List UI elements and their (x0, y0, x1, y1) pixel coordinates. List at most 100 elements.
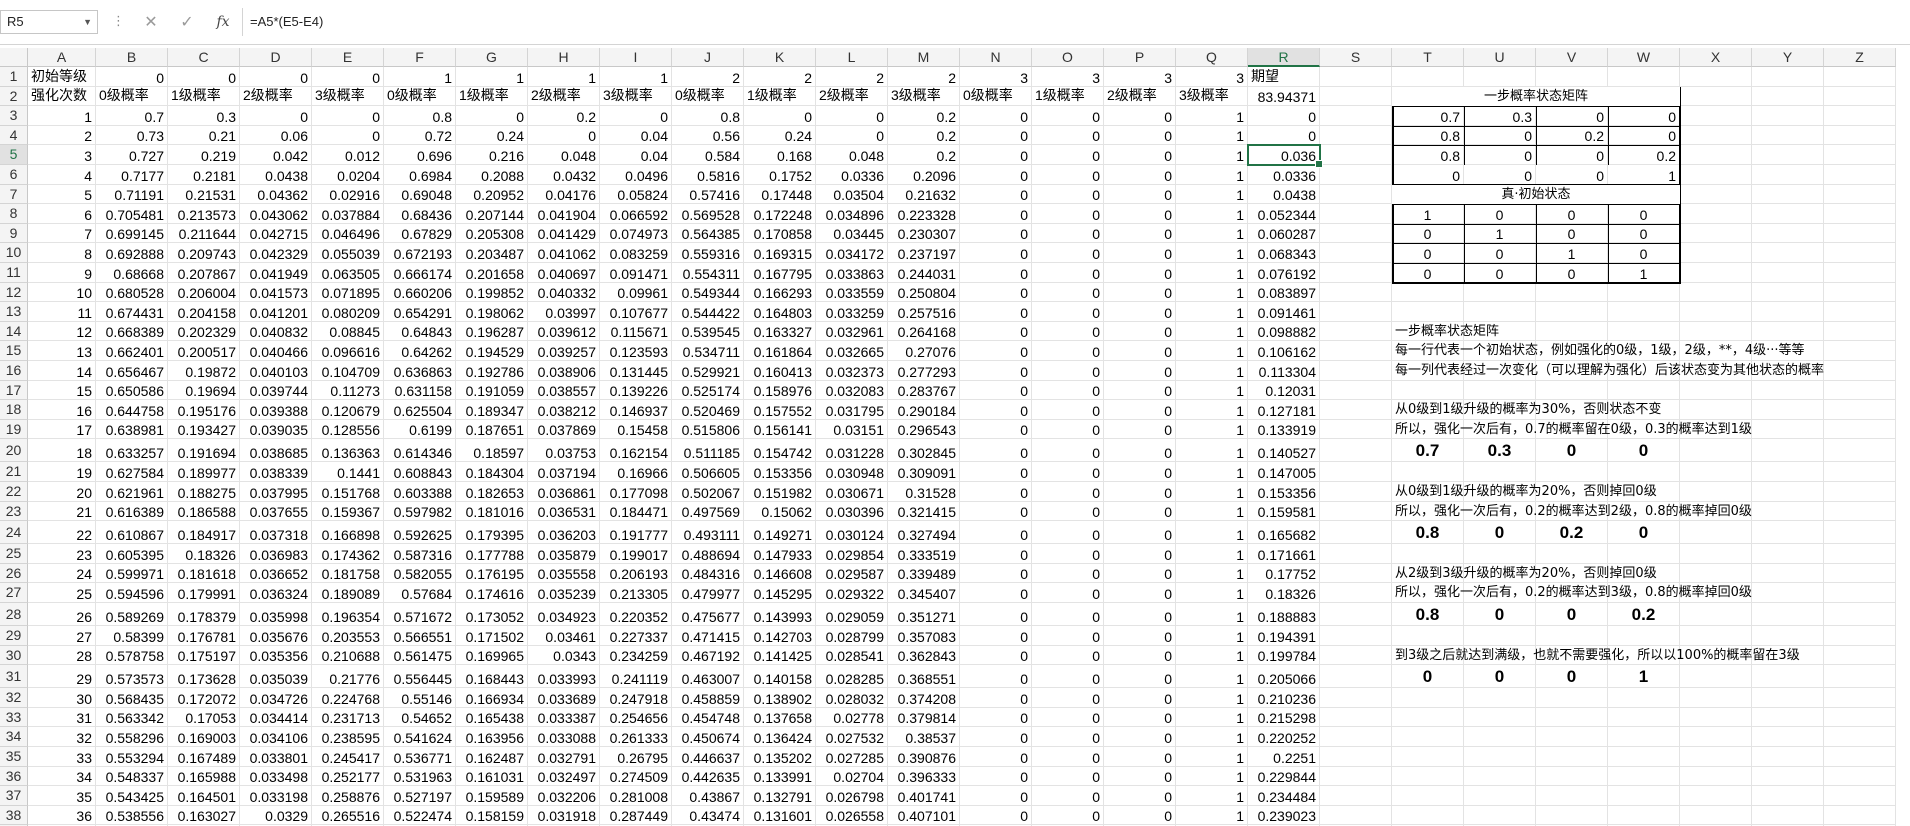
cell-D21[interactable]: 0.038339 (240, 462, 312, 482)
cell-K27[interactable]: 0.145295 (744, 583, 816, 603)
cell-O26[interactable]: 0 (1032, 563, 1104, 584)
cell-Y2[interactable] (1752, 86, 1824, 107)
cell-O7[interactable]: 0 (1032, 184, 1104, 205)
cell-X32[interactable] (1680, 688, 1752, 708)
cell-D35[interactable]: 0.033801 (240, 747, 312, 767)
cell-V4[interactable]: 0.2 (1536, 125, 1608, 146)
cell-S12[interactable] (1320, 282, 1392, 303)
cell-T13[interactable] (1392, 302, 1464, 322)
cell-H15[interactable]: 0.039257 (528, 341, 600, 361)
cell-O9[interactable]: 0 (1032, 223, 1104, 244)
cell-K5[interactable]: 0.168 (744, 145, 816, 165)
cell-O24[interactable]: 0 (1032, 521, 1104, 545)
cell-H3[interactable]: 0.2 (528, 106, 600, 126)
cell-X9[interactable] (1680, 223, 1752, 244)
cell-E32[interactable]: 0.224768 (312, 688, 384, 708)
cancel-icon[interactable]: ✕ (140, 12, 162, 32)
cell-A16[interactable]: 14 (28, 361, 96, 381)
cell-Y13[interactable] (1752, 302, 1824, 322)
cell-E31[interactable]: 0.21776 (312, 665, 384, 689)
cell-D36[interactable]: 0.033498 (240, 766, 312, 787)
cell-V14[interactable] (1536, 321, 1608, 342)
cell-O1[interactable]: 3 (1032, 67, 1104, 87)
cell-J19[interactable]: 0.515806 (672, 419, 744, 440)
cell-M24[interactable]: 0.327494 (888, 521, 960, 545)
cell-D31[interactable]: 0.035039 (240, 665, 312, 689)
cell-P9[interactable]: 0 (1104, 223, 1176, 244)
cell-H11[interactable]: 0.040697 (528, 263, 600, 283)
cell-T3[interactable]: 0.7 (1392, 106, 1464, 126)
cell-Y7[interactable] (1752, 184, 1824, 205)
cell-K24[interactable]: 0.149271 (744, 521, 816, 545)
row-header-32[interactable]: 32 (0, 688, 28, 708)
cell-H31[interactable]: 0.033993 (528, 665, 600, 689)
cell-W1[interactable] (1608, 67, 1680, 87)
cell-O35[interactable]: 0 (1032, 747, 1104, 767)
cell-S26[interactable] (1320, 563, 1392, 584)
cell-K20[interactable]: 0.154742 (744, 439, 816, 463)
cell-P27[interactable]: 0 (1104, 583, 1176, 603)
cell-B1[interactable]: 0 (96, 67, 168, 87)
cell-N21[interactable]: 0 (960, 462, 1032, 482)
cell-M31[interactable]: 0.368551 (888, 665, 960, 689)
cell-G38[interactable]: 0.158159 (456, 805, 528, 826)
cell-I30[interactable]: 0.234259 (600, 645, 672, 666)
cell-G3[interactable]: 0 (456, 106, 528, 126)
cell-E23[interactable]: 0.159367 (312, 501, 384, 522)
cell-B14[interactable]: 0.668389 (96, 321, 168, 342)
cell-Y9[interactable] (1752, 223, 1824, 244)
cell-T9[interactable]: 0 (1392, 223, 1464, 244)
cell-G14[interactable]: 0.196287 (456, 321, 528, 342)
cell-S22[interactable] (1320, 482, 1392, 502)
cell-D12[interactable]: 0.041573 (240, 282, 312, 303)
cell-I2[interactable]: 3级概率 (600, 86, 672, 107)
cell-E5[interactable]: 0.012 (312, 145, 384, 165)
cell-V37[interactable] (1536, 786, 1608, 806)
cell-A36[interactable]: 34 (28, 766, 96, 787)
cell-O29[interactable]: 0 (1032, 626, 1104, 646)
cell-C18[interactable]: 0.195176 (168, 400, 240, 420)
cell-U29[interactable] (1464, 626, 1536, 646)
cell-F8[interactable]: 0.68436 (384, 204, 456, 224)
cell-B18[interactable]: 0.644758 (96, 400, 168, 420)
cell-W9[interactable]: 0 (1608, 223, 1680, 244)
cell-M32[interactable]: 0.374208 (888, 688, 960, 708)
cell-T28[interactable]: 0.8 (1392, 603, 1464, 626)
cell-Y29[interactable] (1752, 626, 1824, 646)
cell-D38[interactable]: 0.0329 (240, 805, 312, 826)
cell-F18[interactable]: 0.625504 (384, 400, 456, 420)
cell-N38[interactable]: 0 (960, 805, 1032, 826)
cell-E28[interactable]: 0.196354 (312, 603, 384, 626)
row-header-18[interactable]: 18 (0, 400, 28, 420)
cell-I8[interactable]: 0.066592 (600, 204, 672, 224)
cell-P18[interactable]: 0 (1104, 400, 1176, 420)
cell-N4[interactable]: 0 (960, 125, 1032, 146)
cell-I19[interactable]: 0.15458 (600, 419, 672, 440)
cell-P2[interactable]: 2级概率 (1104, 86, 1176, 107)
cell-W38[interactable] (1608, 805, 1680, 826)
cell-E25[interactable]: 0.174362 (312, 544, 384, 564)
cell-L21[interactable]: 0.030948 (816, 462, 888, 482)
cell-P29[interactable]: 0 (1104, 626, 1176, 646)
row-header-1[interactable]: 1 (0, 67, 28, 87)
cell-O30[interactable]: 0 (1032, 645, 1104, 666)
cell-G34[interactable]: 0.163956 (456, 727, 528, 747)
cell-O18[interactable]: 0 (1032, 400, 1104, 420)
cell-B5[interactable]: 0.727 (96, 145, 168, 165)
cell-B32[interactable]: 0.568435 (96, 688, 168, 708)
cell-R36[interactable]: 0.229844 (1248, 766, 1320, 787)
cell-Z2[interactable] (1824, 86, 1896, 107)
cell-X31[interactable] (1680, 665, 1752, 689)
cell-E21[interactable]: 0.1441 (312, 462, 384, 482)
cell-S27[interactable] (1320, 583, 1392, 603)
cell-W29[interactable] (1608, 626, 1680, 646)
cell-J12[interactable]: 0.549344 (672, 282, 744, 303)
cell-Y4[interactable] (1752, 125, 1824, 146)
cell-X4[interactable] (1680, 125, 1752, 146)
cell-A21[interactable]: 19 (28, 462, 96, 482)
cell-C36[interactable]: 0.165988 (168, 766, 240, 787)
cell-B23[interactable]: 0.616389 (96, 501, 168, 522)
cell-K3[interactable]: 0 (744, 106, 816, 126)
cell-L19[interactable]: 0.03151 (816, 419, 888, 440)
cell-O28[interactable]: 0 (1032, 603, 1104, 626)
